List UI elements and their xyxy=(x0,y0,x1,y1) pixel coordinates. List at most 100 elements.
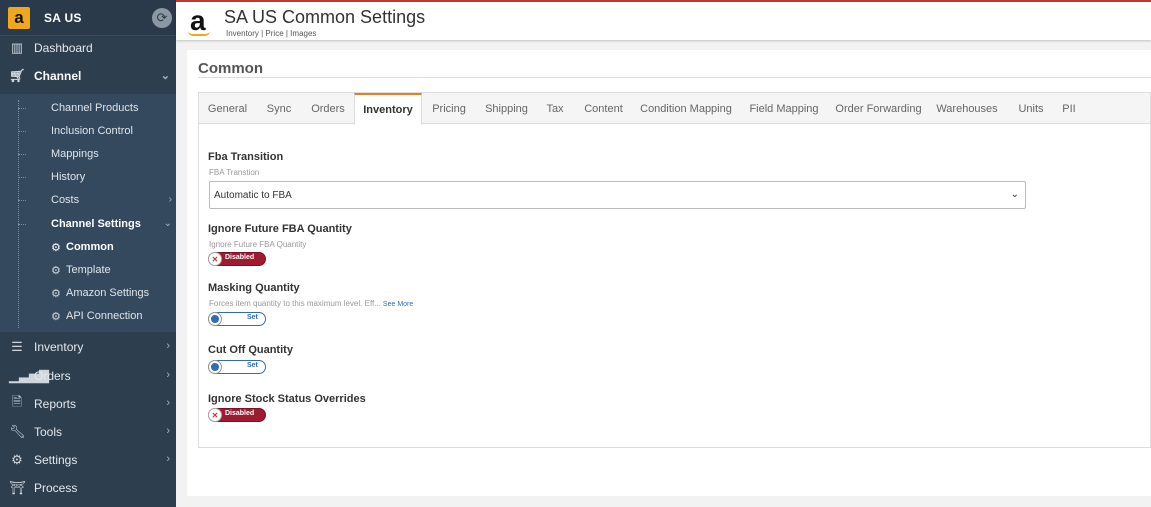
sub-channel-settings[interactable]: Channel Settings ⌄ xyxy=(0,213,176,235)
sub-channel-products-label: Channel Products xyxy=(51,102,139,114)
nav-tools[interactable]: 🔧︎ Tools › xyxy=(0,418,176,446)
fba-transition-select[interactable]: Automatic to FBA ⌄ xyxy=(209,181,1026,209)
tab-sync[interactable]: Sync xyxy=(256,93,302,124)
masking-help: Forces item quantity to this maximum lev… xyxy=(209,299,413,308)
bar-chart-icon: ▥ xyxy=(10,40,24,55)
cart-icon: 🛒︎ xyxy=(9,68,26,83)
tab-pii[interactable]: PII xyxy=(1055,93,1083,124)
list-icon: ☰ xyxy=(11,339,23,354)
sub-amazon-settings[interactable]: ⚙ Amazon Settings xyxy=(0,282,176,304)
tab-units[interactable]: Units xyxy=(1007,93,1055,124)
masking-help-text: Forces item quantity to this maximum lev… xyxy=(209,299,381,308)
nav-process[interactable]: ⛩︎ Process xyxy=(0,474,176,502)
masking-label: Masking Quantity xyxy=(208,282,300,294)
refresh-icon[interactable]: ⟳ xyxy=(152,8,172,28)
chevron-down-icon: ⌄ xyxy=(163,218,172,229)
fba-transition-value: Automatic to FBA xyxy=(214,189,292,201)
masking-toggle[interactable]: Set xyxy=(208,312,266,326)
nav-dashboard-label: Dashboard xyxy=(34,41,93,55)
sub-history[interactable]: History xyxy=(0,166,176,188)
sub-costs-label: Costs xyxy=(51,194,80,206)
sub-template-label: Template xyxy=(66,264,111,276)
ignore-stock-toggle[interactable]: ✕ Disabled xyxy=(208,408,266,422)
sub-history-label: History xyxy=(51,171,86,183)
sub-channel-settings-label: Channel Settings xyxy=(51,218,141,230)
cutoff-label: Cut Off Quantity xyxy=(208,344,293,356)
chevron-right-icon: › xyxy=(166,369,170,381)
cutoff-state: Set xyxy=(247,362,258,369)
ignore-future-label: Ignore Future FBA Quantity xyxy=(208,223,352,235)
ignore-future-state: Disabled xyxy=(225,254,255,261)
chevron-right-icon: › xyxy=(166,453,170,465)
divider xyxy=(198,77,1151,78)
nav-channel-label: Channel xyxy=(34,69,82,83)
sub-mappings[interactable]: Mappings xyxy=(0,143,176,165)
wrench-icon: 🔧︎ xyxy=(9,424,26,439)
see-more-link[interactable]: See More xyxy=(383,301,413,308)
tab-content[interactable]: Content xyxy=(573,93,634,124)
nav-process-label: Process xyxy=(34,481,78,495)
signal-bars-icon: ▁▃▅▇ xyxy=(9,368,49,383)
section-title: Common xyxy=(198,60,263,77)
page-subtitle: Inventory | Price | Images xyxy=(226,29,317,38)
close-icon: ✕ xyxy=(208,252,222,266)
ignore-stock-state: Disabled xyxy=(225,410,255,417)
tab-warehouses[interactable]: Warehouses xyxy=(927,93,1007,124)
nav-orders-label: Orders xyxy=(34,369,71,383)
sub-inclusion-control-label: Inclusion Control xyxy=(51,125,133,137)
nav-dashboard[interactable]: ▥ Dashboard xyxy=(0,34,176,62)
sub-inclusion-control[interactable]: Inclusion Control xyxy=(0,120,176,142)
sub-api-connection[interactable]: ⚙ API Connection xyxy=(0,305,176,327)
ignore-future-help: Ignore Future FBA Quantity xyxy=(209,240,307,249)
sub-channel-products[interactable]: Channel Products xyxy=(0,97,176,119)
tab-inventory[interactable]: Inventory xyxy=(354,93,422,125)
nav-settings-label: Settings xyxy=(34,453,78,467)
toggle-knob xyxy=(208,312,222,326)
nav-inventory-label: Inventory xyxy=(34,340,84,354)
account-name: SA US xyxy=(44,10,82,25)
gear-icon: ⚙ xyxy=(51,310,61,323)
sub-mappings-label: Mappings xyxy=(51,148,99,160)
nav-reports-label: Reports xyxy=(34,397,77,411)
amazon-smile-icon xyxy=(188,31,210,36)
chevron-right-icon: › xyxy=(168,194,172,205)
ignore-stock-label: Ignore Stock Status Overrides xyxy=(208,393,366,405)
tab-general[interactable]: General xyxy=(199,93,256,124)
sidebar: a SA US ⟳ ▥ Dashboard 🛒︎ Channel ⌄ Chann… xyxy=(0,0,176,507)
chevron-down-icon: ⌄ xyxy=(160,70,170,82)
tab-bar: General Sync Orders Inventory Pricing Sh… xyxy=(199,93,1150,125)
sub-common-label: Common xyxy=(66,241,114,253)
gear-icon: ⚙ xyxy=(51,241,61,254)
chevron-right-icon: › xyxy=(166,425,170,437)
sub-api-connection-label: API Connection xyxy=(66,310,143,322)
cutoff-toggle[interactable]: Set xyxy=(208,360,266,374)
page-header: a SA US Common Settings Inventory | Pric… xyxy=(176,0,1151,40)
nav-reports[interactable]: 🗎︎ Reports › xyxy=(0,390,176,418)
sub-costs[interactable]: Costs › xyxy=(0,189,176,211)
chevron-right-icon: › xyxy=(166,340,170,352)
nav-channel[interactable]: 🛒︎ Channel ⌄ xyxy=(0,62,176,90)
amazon-logo-icon: a xyxy=(8,6,30,29)
gear-icon: ⚙ xyxy=(51,287,61,300)
account-switcher[interactable]: a SA US ⟳ xyxy=(0,0,176,36)
ignore-future-toggle[interactable]: ✕ Disabled xyxy=(208,252,266,266)
nav-inventory[interactable]: ☰ Inventory › xyxy=(0,333,176,361)
nav-settings[interactable]: ⚙ Settings › xyxy=(0,446,176,474)
tab-condition-mapping[interactable]: Condition Mapping xyxy=(634,93,738,124)
gear-icon: ⚙ xyxy=(11,452,23,467)
sub-template[interactable]: ⚙ Template xyxy=(0,259,176,281)
close-icon: ✕ xyxy=(208,408,222,422)
masking-state: Set xyxy=(247,314,258,321)
nav-orders[interactable]: ▁▃▅▇ Orders › xyxy=(0,362,176,390)
chevron-down-icon: ⌄ xyxy=(1010,189,1019,200)
tab-pricing[interactable]: Pricing xyxy=(422,93,476,124)
tab-order-forwarding[interactable]: Order Forwarding xyxy=(830,93,927,124)
tab-shipping[interactable]: Shipping xyxy=(476,93,537,124)
tab-orders[interactable]: Orders xyxy=(302,93,354,124)
sub-amazon-settings-label: Amazon Settings xyxy=(66,287,150,299)
tab-field-mapping[interactable]: Field Mapping xyxy=(738,93,830,124)
tab-tax[interactable]: Tax xyxy=(537,93,573,124)
sub-common[interactable]: ⚙ Common xyxy=(0,236,176,258)
main-content: Common General Sync Orders Inventory Pri… xyxy=(187,50,1151,496)
nav-tools-label: Tools xyxy=(34,425,63,439)
